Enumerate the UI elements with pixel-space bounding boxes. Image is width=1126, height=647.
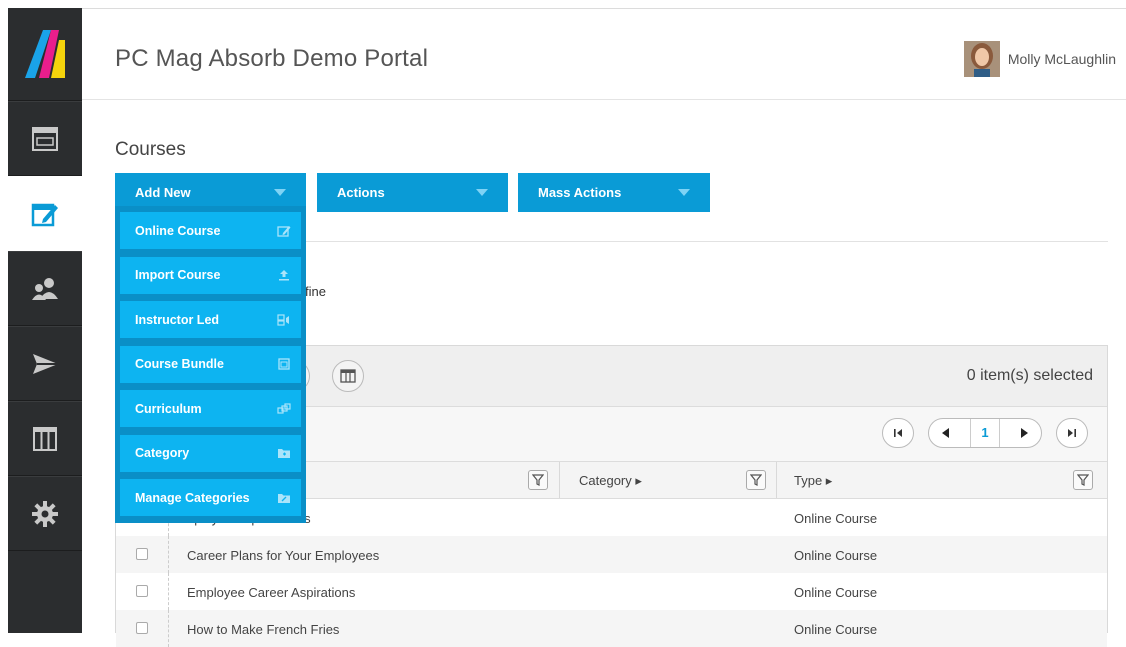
selected-count: 0 item(s) selected (966, 367, 1093, 384)
course-type: Online Course (794, 622, 878, 637)
column-header-category[interactable]: Category ▸ (579, 473, 642, 489)
course-title[interactable]: How to Make French Fries (187, 622, 339, 637)
page-nav: 1 (928, 418, 1042, 448)
menu-item-label: Import Course (135, 268, 221, 282)
bundle-icon (278, 358, 290, 370)
columns-icon (340, 369, 356, 383)
filter-icon[interactable] (1073, 470, 1093, 490)
first-page-button[interactable] (882, 418, 914, 448)
add-new-menu: Online Course Import Course Instructor L… (115, 206, 306, 523)
folder-icon (278, 493, 290, 503)
gear-icon (32, 500, 58, 527)
column-chooser-button[interactable] (332, 360, 364, 392)
sidebar (8, 8, 82, 633)
sidebar-item-settings[interactable] (8, 476, 82, 551)
course-type: Online Course (794, 548, 878, 563)
course-type: Online Course (794, 585, 878, 600)
course-type: Online Course (794, 511, 878, 526)
users-icon (32, 277, 58, 300)
add-new-label: Add New (135, 185, 191, 200)
last-page-icon (1068, 429, 1076, 437)
row-separator (168, 610, 169, 647)
avatar (963, 41, 1000, 77)
instructor-icon (277, 313, 289, 326)
course-title[interactable]: Career Plans for Your Employees (187, 548, 379, 563)
chevron-down-icon (274, 189, 286, 196)
menu-item-label: Curriculum (135, 401, 202, 416)
logo-icon (25, 30, 65, 78)
last-page-button[interactable] (1056, 418, 1088, 448)
user-name: Molly McLaughlin (1007, 51, 1116, 67)
current-page[interactable]: 1 (970, 419, 1000, 447)
columns-icon (33, 426, 57, 451)
row-separator (168, 573, 169, 610)
sidebar-item-columns[interactable] (8, 401, 82, 476)
course-title[interactable]: Employee Career Aspirations (187, 585, 355, 600)
column-separator (559, 462, 560, 498)
actions-label: Actions (337, 185, 385, 200)
menu-item-import-course[interactable]: Import Course (120, 256, 301, 294)
sidebar-item-dashboard[interactable] (8, 101, 82, 176)
folder-icon (278, 449, 290, 458)
dashboard-icon (32, 126, 58, 151)
chevron-down-icon (678, 189, 690, 196)
menu-item-manage-categories[interactable]: Manage Categories (120, 479, 301, 516)
first-page-icon (894, 429, 902, 437)
menu-item-label: Category (135, 446, 190, 460)
column-separator (776, 462, 777, 498)
menu-item-online-course[interactable]: Online Course (120, 212, 301, 249)
prev-page-icon[interactable] (941, 428, 950, 438)
column-header-type[interactable]: Type ▸ (794, 473, 832, 489)
filter-icon[interactable] (746, 470, 766, 490)
courses-edit-icon (31, 203, 58, 226)
chevron-down-icon (476, 189, 488, 196)
top-header: PC Mag Absorb Demo Portal Molly McLaughl… (82, 9, 1126, 100)
actions-button[interactable]: Actions (317, 173, 508, 212)
mass-actions-button[interactable]: Mass Actions (518, 173, 710, 212)
portal-title: PC Mag Absorb Demo Portal (115, 45, 429, 72)
sidebar-item-users[interactable] (8, 251, 82, 326)
app-logo[interactable] (8, 8, 82, 101)
curriculum-icon (277, 402, 291, 414)
send-icon (33, 353, 58, 374)
row-separator (168, 536, 169, 573)
user-menu[interactable]: Molly McLaughlin (963, 41, 1116, 77)
table-row[interactable]: How to Make French Fries Online Course (116, 610, 1107, 647)
next-page-icon[interactable] (1020, 428, 1029, 438)
upload-icon (279, 270, 289, 281)
filter-icon[interactable] (528, 470, 548, 490)
edit-icon (277, 225, 291, 237)
menu-item-label: Manage Categories (135, 490, 250, 505)
page-title: Courses (115, 139, 186, 160)
menu-item-label: Course Bundle (135, 357, 224, 371)
menu-item-course-bundle[interactable]: Course Bundle (120, 345, 301, 383)
sidebar-item-send[interactable] (8, 326, 82, 401)
mass-actions-label: Mass Actions (538, 185, 622, 200)
row-checkbox[interactable] (136, 622, 148, 634)
refine-link[interactable]: fine (305, 284, 326, 299)
menu-item-label: Online Course (135, 223, 221, 238)
menu-item-instructor-led[interactable]: Instructor Led (120, 301, 301, 338)
sidebar-item-courses[interactable] (8, 176, 82, 251)
menu-item-curriculum[interactable]: Curriculum (120, 390, 301, 427)
row-checkbox[interactable] (136, 585, 148, 597)
menu-item-category[interactable]: Category (120, 434, 301, 472)
table-row[interactable]: Career Plans for Your Employees Online C… (116, 536, 1107, 573)
row-checkbox[interactable] (136, 548, 148, 560)
table-row[interactable]: Employee Career Aspirations Online Cours… (116, 573, 1107, 610)
menu-item-label: Instructor Led (135, 312, 220, 327)
